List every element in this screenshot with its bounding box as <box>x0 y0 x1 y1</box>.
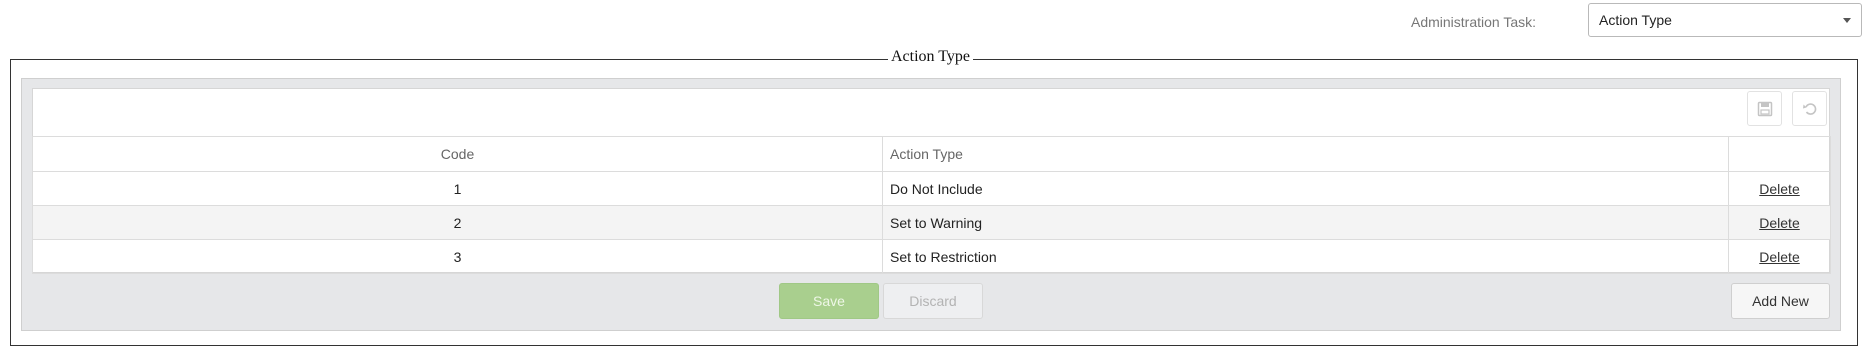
cell-code[interactable]: 3 <box>32 239 883 274</box>
action-type-table: Code Action Type 1 Do Not Include Delete… <box>32 136 1831 274</box>
table-row[interactable]: 2 Set to Warning Delete <box>32 205 1831 240</box>
cell-code[interactable]: 2 <box>32 205 883 240</box>
caret-down-icon <box>1843 18 1851 23</box>
column-header-action-type[interactable]: Action Type <box>882 136 1729 172</box>
discard-button[interactable]: Discard <box>883 283 983 319</box>
admin-task-select[interactable]: Action Type <box>1588 3 1862 37</box>
cell-action-type[interactable]: Set to Restriction <box>882 239 1729 274</box>
save-button[interactable]: Save <box>779 283 879 319</box>
delete-link[interactable]: Delete <box>1759 181 1799 197</box>
table-row[interactable]: 3 Set to Restriction Delete <box>32 239 1831 274</box>
toolbar-undo-button[interactable] <box>1792 91 1827 126</box>
undo-icon <box>1802 102 1816 115</box>
delete-cell: Delete <box>1728 239 1831 274</box>
delete-link[interactable]: Delete <box>1759 249 1799 265</box>
delete-link[interactable]: Delete <box>1759 215 1799 231</box>
column-header-actions <box>1728 136 1831 172</box>
delete-cell: Delete <box>1728 171 1831 206</box>
column-header-code[interactable]: Code <box>32 136 883 172</box>
fieldset-legend: Action Type <box>888 48 974 66</box>
cell-code[interactable]: 1 <box>32 171 883 206</box>
add-new-button[interactable]: Add New <box>1731 283 1830 319</box>
save-icon <box>1757 101 1772 116</box>
cell-action-type[interactable]: Set to Warning <box>882 205 1729 240</box>
cell-action-type[interactable]: Do Not Include <box>882 171 1729 206</box>
table-row[interactable]: 1 Do Not Include Delete <box>32 171 1831 206</box>
admin-task-label: Administration Task: <box>1411 14 1537 30</box>
delete-cell: Delete <box>1728 205 1831 240</box>
toolbar-save-button[interactable] <box>1747 91 1782 126</box>
admin-task-value: Action Type <box>1599 12 1672 28</box>
table-header-row: Code Action Type <box>32 136 1831 172</box>
